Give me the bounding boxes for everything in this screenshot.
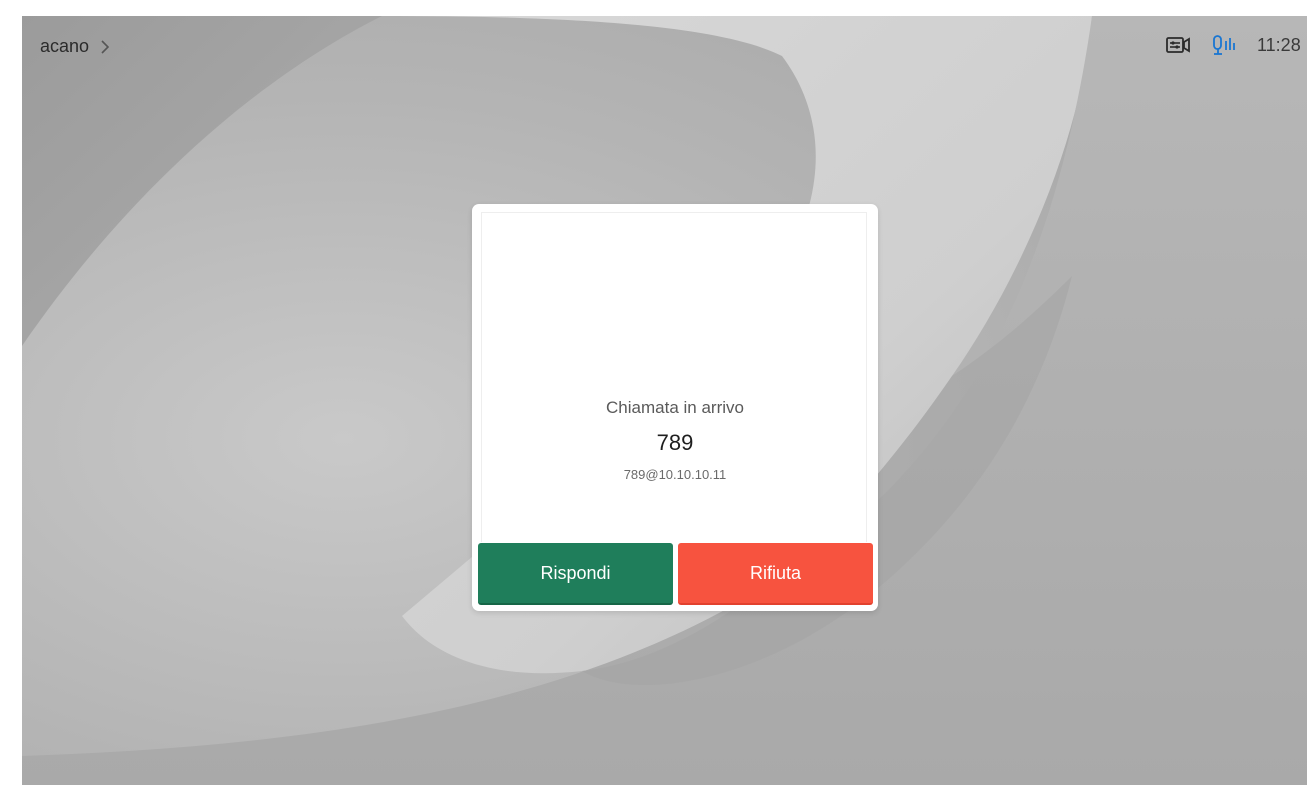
system-name-button[interactable]: acano [40, 36, 111, 57]
status-area: 11:28 [1165, 34, 1307, 56]
caller-uri: 789@10.10.10.11 [623, 467, 727, 482]
caller-info: Chiamata in arrivo 789 789@10.10.10.11 [472, 396, 878, 484]
call-status-title: Chiamata in arrivo [606, 398, 744, 417]
incoming-call-dialog: Chiamata in arrivo 789 789@10.10.10.11 R… [472, 204, 878, 611]
microphone-activity-icon[interactable] [1211, 34, 1237, 56]
dialog-frame [481, 212, 867, 542]
caller-name: 789 [656, 430, 694, 455]
system-name-label: acano [40, 36, 90, 56]
decline-button-label: Rifiuta [749, 562, 802, 583]
camera-controls-icon[interactable] [1165, 34, 1191, 56]
decline-button[interactable]: Rifiuta [678, 543, 873, 605]
answer-button[interactable]: Rispondi [478, 543, 673, 605]
clock: 11:28 [1257, 34, 1301, 55]
touch-panel-screen: acano 11:28 Chiamata in arrivo 789 789@1… [22, 16, 1307, 785]
answer-button-label: Rispondi [540, 562, 611, 583]
top-bar: acano 11:28 [22, 16, 1307, 80]
chevron-right-icon [101, 39, 110, 54]
